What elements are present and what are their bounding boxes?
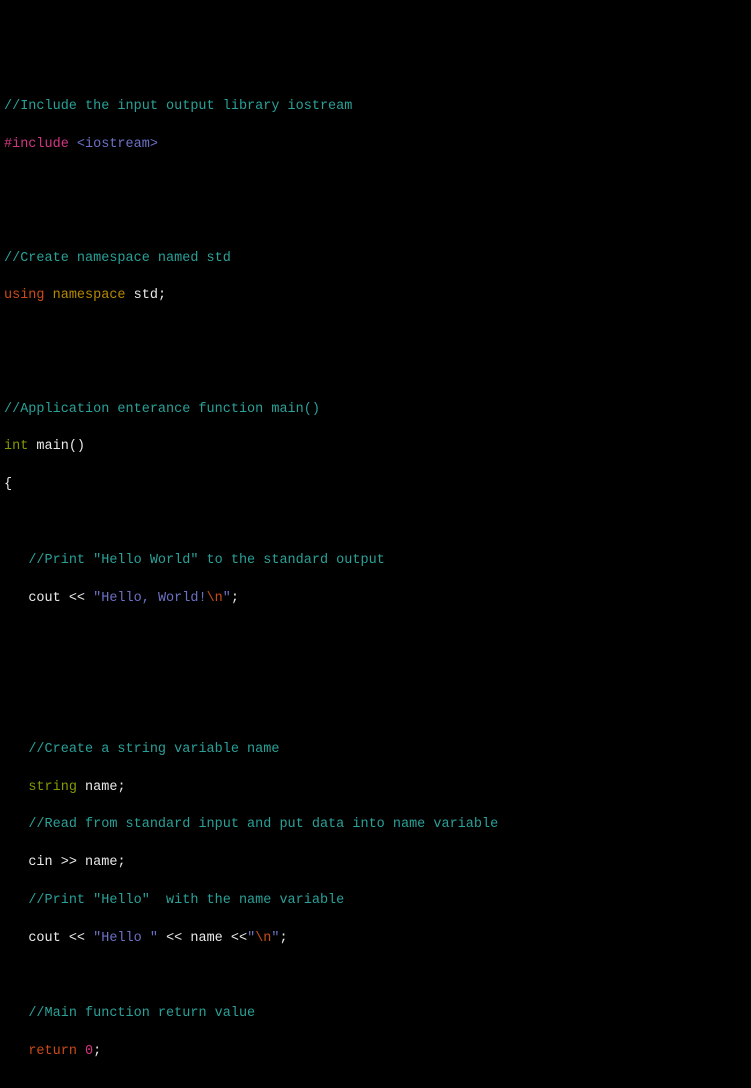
- identifier: std: [134, 288, 158, 303]
- comment: //Main function return value: [28, 1006, 255, 1021]
- operator: >>: [61, 855, 77, 870]
- comment: //Create a string variable name: [28, 742, 279, 757]
- keyword-using: using: [4, 288, 45, 303]
- semicolon: ;: [280, 931, 288, 946]
- comment: //Include the input output library iostr…: [4, 99, 352, 114]
- string-literal: "Hello, World!: [93, 591, 206, 606]
- indent: [4, 553, 28, 568]
- indent: [4, 931, 28, 946]
- keyword-namespace: namespace: [53, 288, 126, 303]
- preprocessor: #include: [4, 137, 69, 152]
- keyword-int: int: [4, 439, 28, 454]
- indent: [4, 1044, 28, 1059]
- string-literal: ": [271, 931, 279, 946]
- number-literal: 0: [85, 1044, 93, 1059]
- indent: [4, 780, 28, 795]
- comment: //Read from standard input and put data …: [28, 817, 498, 832]
- string-literal: ": [223, 591, 231, 606]
- semicolon: ;: [93, 1044, 101, 1059]
- identifier-name: name: [190, 931, 222, 946]
- identifier-main: main: [36, 439, 68, 454]
- indent: [4, 591, 28, 606]
- string-literal: "Hello ": [93, 931, 158, 946]
- semicolon: ;: [117, 780, 125, 795]
- keyword-string: string: [28, 780, 77, 795]
- include-header: <iostream>: [77, 137, 158, 152]
- brace-open: {: [4, 477, 12, 492]
- identifier-cout: cout: [28, 591, 60, 606]
- identifier-name: name: [85, 780, 117, 795]
- semicolon: ;: [117, 855, 125, 870]
- comment: //Print "Hello" with the name variable: [28, 893, 344, 908]
- semicolon: ;: [231, 591, 239, 606]
- operator: <<: [231, 931, 247, 946]
- keyword-return: return: [28, 1044, 77, 1059]
- identifier-cout: cout: [28, 931, 60, 946]
- indent: [4, 1006, 28, 1021]
- comment: //Print "Hello World" to the standard ou…: [28, 553, 384, 568]
- string-literal: ": [247, 931, 255, 946]
- parens: (): [69, 439, 85, 454]
- indent: [4, 855, 28, 870]
- operator: <<: [69, 591, 85, 606]
- indent: [4, 817, 28, 832]
- semicolon: ;: [158, 288, 166, 303]
- operator: <<: [166, 931, 182, 946]
- identifier-name: name: [85, 855, 117, 870]
- code-editor: //Include the input output library iostr…: [4, 80, 747, 1088]
- comment: //Application enterance function main(): [4, 402, 320, 417]
- indent: [4, 742, 28, 757]
- operator: <<: [69, 931, 85, 946]
- comment: //Create namespace named std: [4, 251, 231, 266]
- indent: [4, 893, 28, 908]
- identifier-cin: cin: [28, 855, 52, 870]
- escape-sequence: \n: [207, 591, 223, 606]
- escape-sequence: \n: [255, 931, 271, 946]
